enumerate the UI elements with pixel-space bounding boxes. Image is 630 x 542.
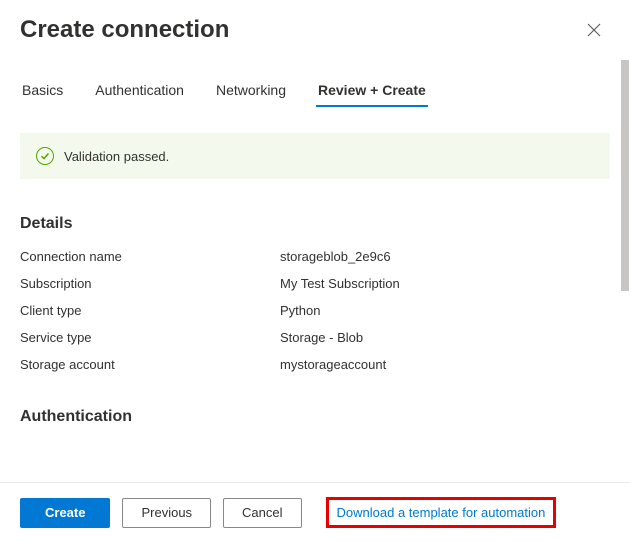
value-subscription: My Test Subscription (280, 276, 610, 291)
label-storage-account: Storage account (20, 357, 280, 372)
tab-basics[interactable]: Basics (20, 76, 65, 106)
tab-review-create[interactable]: Review + Create (316, 76, 428, 106)
footer: Create Previous Cancel Download a templa… (0, 482, 630, 542)
value-connection-name: storageblob_2e9c6 (280, 249, 610, 264)
cancel-button[interactable]: Cancel (223, 498, 301, 528)
section-heading-details: Details (20, 215, 610, 233)
previous-button[interactable]: Previous (122, 498, 211, 528)
row-connection-name: Connection name storageblob_2e9c6 (20, 249, 610, 264)
label-client-type: Client type (20, 303, 280, 318)
success-icon (36, 147, 54, 165)
row-service-type: Service type Storage - Blob (20, 330, 610, 345)
close-button[interactable] (582, 18, 606, 42)
scrollbar-thumb[interactable] (621, 60, 629, 291)
details-rows: Connection name storageblob_2e9c6 Subscr… (20, 249, 610, 372)
download-template-link[interactable]: Download a template for automation (337, 505, 546, 520)
value-service-type: Storage - Blob (280, 330, 610, 345)
close-icon (587, 23, 601, 37)
create-button[interactable]: Create (20, 498, 110, 528)
download-template-highlight: Download a template for automation (326, 497, 557, 528)
validation-banner: Validation passed. (20, 133, 610, 179)
row-client-type: Client type Python (20, 303, 610, 318)
label-subscription: Subscription (20, 276, 280, 291)
label-connection-name: Connection name (20, 249, 280, 264)
scrollbar[interactable] (620, 60, 630, 480)
row-subscription: Subscription My Test Subscription (20, 276, 610, 291)
tab-authentication[interactable]: Authentication (93, 76, 186, 106)
titlebar: Create connection (0, 0, 630, 52)
section-heading-authentication: Authentication (20, 408, 610, 426)
validation-message: Validation passed. (64, 149, 169, 164)
row-storage-account: Storage account mystorageaccount (20, 357, 610, 372)
tabs: Basics Authentication Networking Review … (20, 76, 610, 107)
value-client-type: Python (280, 303, 610, 318)
create-connection-panel: Create connection Basics Authentication … (0, 0, 630, 542)
label-service-type: Service type (20, 330, 280, 345)
scroll-region: Basics Authentication Networking Review … (0, 52, 630, 482)
panel-title: Create connection (20, 16, 229, 44)
value-storage-account: mystorageaccount (280, 357, 610, 372)
tab-networking[interactable]: Networking (214, 76, 288, 106)
